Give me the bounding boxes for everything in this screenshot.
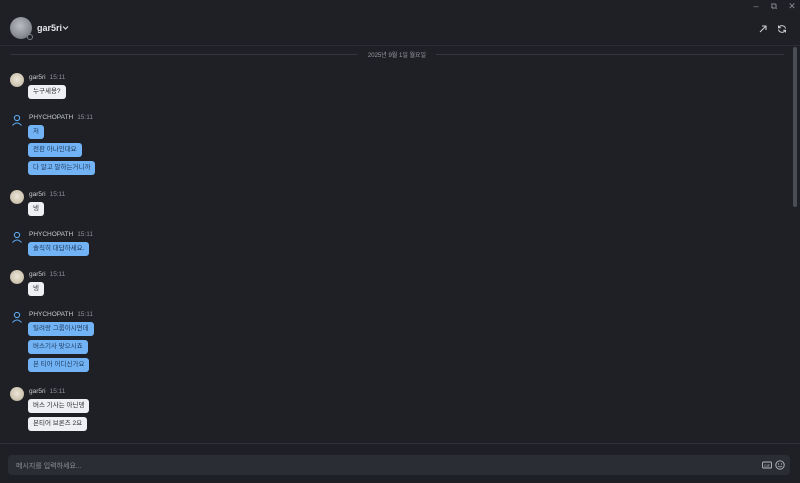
composer-divider: [0, 443, 800, 444]
message-author: gar5ri 15:11: [29, 74, 65, 81]
message-time: 15:11: [77, 231, 93, 238]
svg-text:GIF: GIF: [764, 464, 771, 468]
message-bubble[interactable]: 다 알고 말하는거니까: [28, 161, 96, 175]
message-bubble[interactable]: 버스기사 맞으시죠: [28, 340, 88, 354]
author-name[interactable]: PHYCHOPATH: [29, 231, 73, 238]
message-bubble[interactable]: 버스 기사는 아닌뎅: [28, 399, 90, 413]
user-avatar[interactable]: [10, 73, 24, 87]
title-bar: – ⧉ ✕: [0, 0, 800, 12]
refresh-icon[interactable]: [777, 24, 787, 34]
scrollbar-thumb[interactable]: [793, 47, 797, 207]
minimize-button[interactable]: –: [749, 1, 763, 11]
message-bubble[interactable]: 누구세용?: [28, 85, 66, 99]
message-bubble[interactable]: 본티어 브론즈 2요: [28, 417, 88, 431]
message-bubble[interactable]: 저: [28, 125, 44, 139]
message-bubble[interactable]: 넹: [28, 202, 44, 216]
person-icon[interactable]: [10, 230, 24, 244]
date-label: 2025년 9월 1일 월요일: [367, 53, 427, 59]
author-name[interactable]: PHYCHOPATH: [29, 114, 73, 121]
message-time: 15:11: [77, 114, 93, 121]
author-name[interactable]: gar5ri: [29, 191, 46, 198]
message-author: gar5ri 15:11: [29, 271, 65, 278]
person-icon[interactable]: [10, 113, 24, 127]
person-icon[interactable]: [10, 310, 24, 324]
user-avatar[interactable]: [10, 270, 24, 284]
gif-icon[interactable]: GIF: [762, 460, 772, 470]
message-bubble[interactable]: 틸려랑 그룹이시면데: [28, 322, 94, 336]
message-time: 15:11: [49, 191, 66, 198]
message-time: 15:11: [49, 74, 66, 81]
message-author: gar5ri 15:11: [29, 388, 65, 395]
message-bubble[interactable]: 넹: [28, 282, 44, 296]
message-bubble[interactable]: 전판 아나인대요: [28, 143, 82, 157]
message-author: PHYCHOPATH 15:11: [29, 114, 93, 121]
restore-button[interactable]: ⧉: [767, 1, 781, 11]
emoji-icon[interactable]: [775, 460, 785, 470]
chat-username[interactable]: gar5ri: [37, 23, 62, 33]
message-input[interactable]: [14, 458, 718, 474]
user-avatar[interactable]: [10, 387, 24, 401]
chevron-down-icon[interactable]: [62, 25, 69, 31]
close-button[interactable]: ✕: [785, 1, 799, 11]
user-avatar[interactable]: [10, 190, 24, 204]
message-time: 15:11: [49, 271, 66, 278]
message-bubble[interactable]: 솔직히 대답하세요.: [28, 242, 90, 256]
arrow-up-right-icon[interactable]: [758, 24, 768, 34]
date-separator: 2025년 9월 1일 월요일: [10, 47, 784, 61]
author-name[interactable]: gar5ri: [29, 388, 46, 395]
message-author: PHYCHOPATH 15:11: [29, 311, 93, 318]
message-author: PHYCHOPATH 15:11: [29, 231, 93, 238]
author-name[interactable]: gar5ri: [29, 271, 46, 278]
message-bubble[interactable]: 본 티어 어디신가요: [28, 358, 90, 372]
chat-header: gar5ri: [0, 12, 800, 46]
message-author: gar5ri 15:11: [29, 191, 65, 198]
message-composer: GIF: [8, 455, 790, 475]
status-indicator: [27, 34, 33, 40]
message-list[interactable]: gar5ri 15:11 누구세용? PHYCHOPATH 15:11 저 전판 아나인대요…: [0, 62, 790, 442]
author-name[interactable]: gar5ri: [29, 74, 46, 81]
message-time: 15:11: [77, 311, 93, 318]
message-time: 15:11: [49, 388, 66, 395]
author-name[interactable]: PHYCHOPATH: [29, 311, 73, 318]
